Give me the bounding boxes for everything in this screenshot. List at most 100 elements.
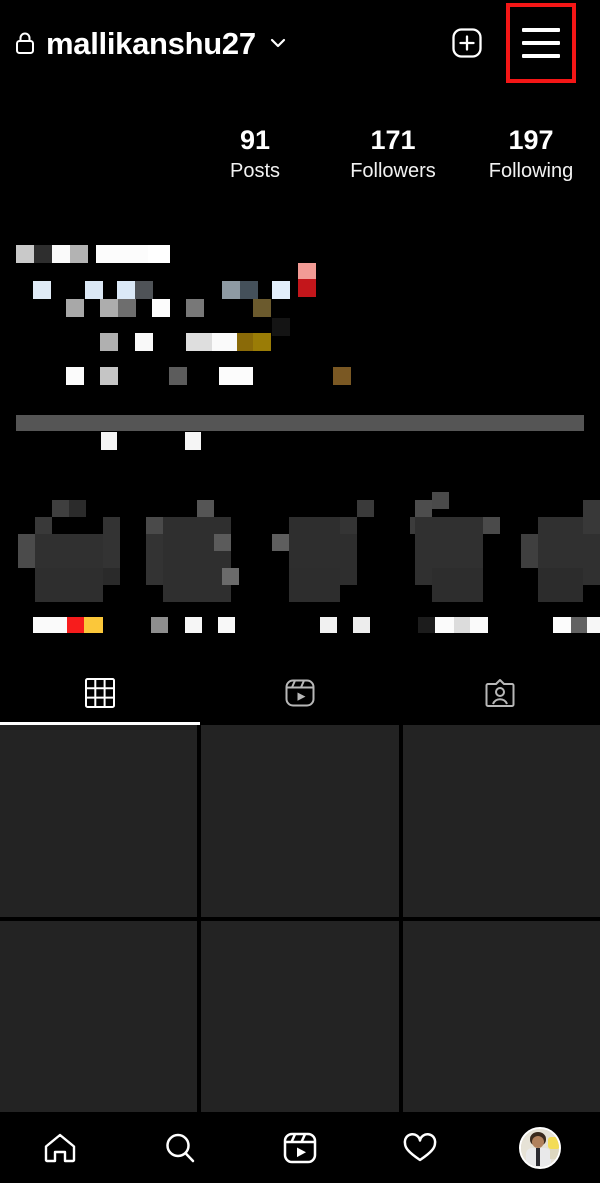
- nav-reels[interactable]: [240, 1129, 360, 1167]
- bio-pixel-block: [70, 245, 88, 263]
- post-tile[interactable]: [0, 920, 198, 1112]
- highlight-pixel-block: [163, 517, 231, 602]
- highlight-label-pixel-block: [33, 617, 67, 633]
- nav-profile[interactable]: [480, 1127, 600, 1169]
- bio-pixel-block: [333, 367, 351, 385]
- highlight-label-pixel-block: [218, 617, 235, 633]
- bio-pixel-block: [100, 333, 118, 351]
- highlight-pixel-block: [35, 517, 52, 534]
- stat-followers[interactable]: 171 Followers: [324, 125, 462, 186]
- bio-pixel-block: [219, 367, 253, 385]
- bio-pixel-block: [85, 281, 103, 299]
- posts-grid: [0, 725, 600, 1112]
- bio-pixel-block: [52, 245, 70, 263]
- bio-pixel-block: [212, 333, 238, 351]
- tab-tagged[interactable]: [400, 664, 600, 722]
- stat-following-label: Following: [488, 159, 574, 182]
- home-icon: [41, 1129, 79, 1167]
- bio-pixel-block: [100, 299, 118, 317]
- bottom-navigation: [0, 1112, 600, 1183]
- highlight-pixel-block: [69, 500, 86, 517]
- post-tile[interactable]: [201, 920, 399, 1112]
- highlight-label-pixel-block: [454, 617, 470, 633]
- highlight-pixel-block: [583, 500, 600, 534]
- highlight-label-pixel-block: [418, 617, 435, 633]
- profile-username: mallikanshu27: [46, 25, 256, 61]
- profile-bio-censored: [0, 240, 600, 390]
- post-tile[interactable]: [402, 725, 600, 917]
- bio-pixel-block: [148, 245, 170, 263]
- highlight-pixel-block: [272, 534, 289, 551]
- bio-pixel-block: [34, 245, 52, 263]
- profile-tabs: [0, 664, 600, 725]
- post-tile[interactable]: [0, 725, 198, 917]
- bio-pixel-block: [66, 299, 84, 317]
- action-bar-pixel-block: [185, 432, 201, 450]
- bio-pixel-block: [135, 333, 153, 351]
- highlight-pixel-block: [538, 568, 583, 602]
- tab-reels[interactable]: [200, 664, 400, 722]
- highlight-label-pixel-block: [470, 617, 488, 633]
- grid-icon: [84, 677, 116, 709]
- profile-action-bar[interactable]: [16, 415, 584, 431]
- lock-icon: [14, 31, 36, 55]
- username-button[interactable]: mallikanshu27: [14, 28, 288, 59]
- bio-pixel-block: [152, 299, 170, 317]
- avatar: [519, 1127, 561, 1169]
- highlight-pixel-block: [146, 517, 163, 534]
- profile-stats: 91 Posts 171 Followers 197 Following: [186, 125, 600, 186]
- profile-header: mallikanshu27: [0, 0, 600, 86]
- bio-pixel-block: [169, 367, 187, 385]
- highlight-pixel-block: [103, 517, 120, 568]
- tab-grid[interactable]: [0, 664, 200, 725]
- heart-icon: [401, 1129, 439, 1167]
- bio-pixel-block: [118, 299, 136, 317]
- highlight-pixel-block: [52, 500, 69, 517]
- action-bar-pixel-block: [101, 432, 117, 450]
- bio-pixel-block: [33, 281, 51, 299]
- nav-search[interactable]: [120, 1129, 240, 1167]
- plus-square-icon[interactable]: [450, 26, 484, 60]
- nav-home[interactable]: [0, 1129, 120, 1167]
- bio-pixel-block: [96, 245, 148, 263]
- bio-pixel-block: [272, 318, 290, 336]
- highlight-label-pixel-block: [84, 617, 103, 633]
- highlight-pixel-block: [222, 568, 239, 585]
- highlight-pixel-block: [340, 517, 357, 534]
- highlight-label-pixel-block: [320, 617, 337, 633]
- stat-following[interactable]: 197 Following: [462, 125, 600, 186]
- reels-icon: [281, 1129, 319, 1167]
- post-tile[interactable]: [201, 725, 399, 917]
- stat-posts[interactable]: 91 Posts: [186, 125, 324, 186]
- highlight-label-pixel-block: [185, 617, 202, 633]
- highlight-pixel-block: [214, 534, 231, 551]
- highlight-label-pixel-block: [435, 617, 454, 633]
- bio-pixel-block: [253, 299, 271, 317]
- highlight-pixel-block: [146, 534, 163, 585]
- nav-activity[interactable]: [360, 1129, 480, 1167]
- stat-posts-label: Posts: [229, 159, 281, 182]
- tagged-icon: [484, 677, 516, 709]
- highlight-pixel-block: [521, 534, 538, 568]
- story-highlights-row[interactable]: [0, 470, 600, 640]
- bio-pixel-block: [186, 299, 204, 317]
- hamburger-menu-button[interactable]: [506, 3, 576, 83]
- bio-pixel-block: [298, 279, 316, 297]
- instagram-profile-screen: mallikanshu27 91 Posts 171 Followers 197…: [0, 0, 600, 1183]
- bio-pixel-block: [66, 367, 84, 385]
- highlight-label-pixel-block: [587, 617, 600, 633]
- chevron-down-icon[interactable]: [266, 33, 288, 53]
- highlight-pixel-block: [197, 500, 214, 517]
- highlight-pixel-block: [483, 517, 500, 534]
- bio-pixel-block: [253, 333, 271, 351]
- bio-pixel-block: [117, 281, 135, 299]
- bio-pixel-block: [100, 367, 118, 385]
- highlight-label-pixel-block: [571, 617, 587, 633]
- post-tile[interactable]: [402, 920, 600, 1112]
- bio-pixel-block: [16, 245, 34, 263]
- highlight-pixel-block: [35, 568, 103, 602]
- search-icon: [161, 1129, 199, 1167]
- bio-pixel-block: [272, 281, 290, 299]
- stat-posts-value: 91: [239, 125, 271, 155]
- highlight-label-pixel-block: [67, 617, 84, 633]
